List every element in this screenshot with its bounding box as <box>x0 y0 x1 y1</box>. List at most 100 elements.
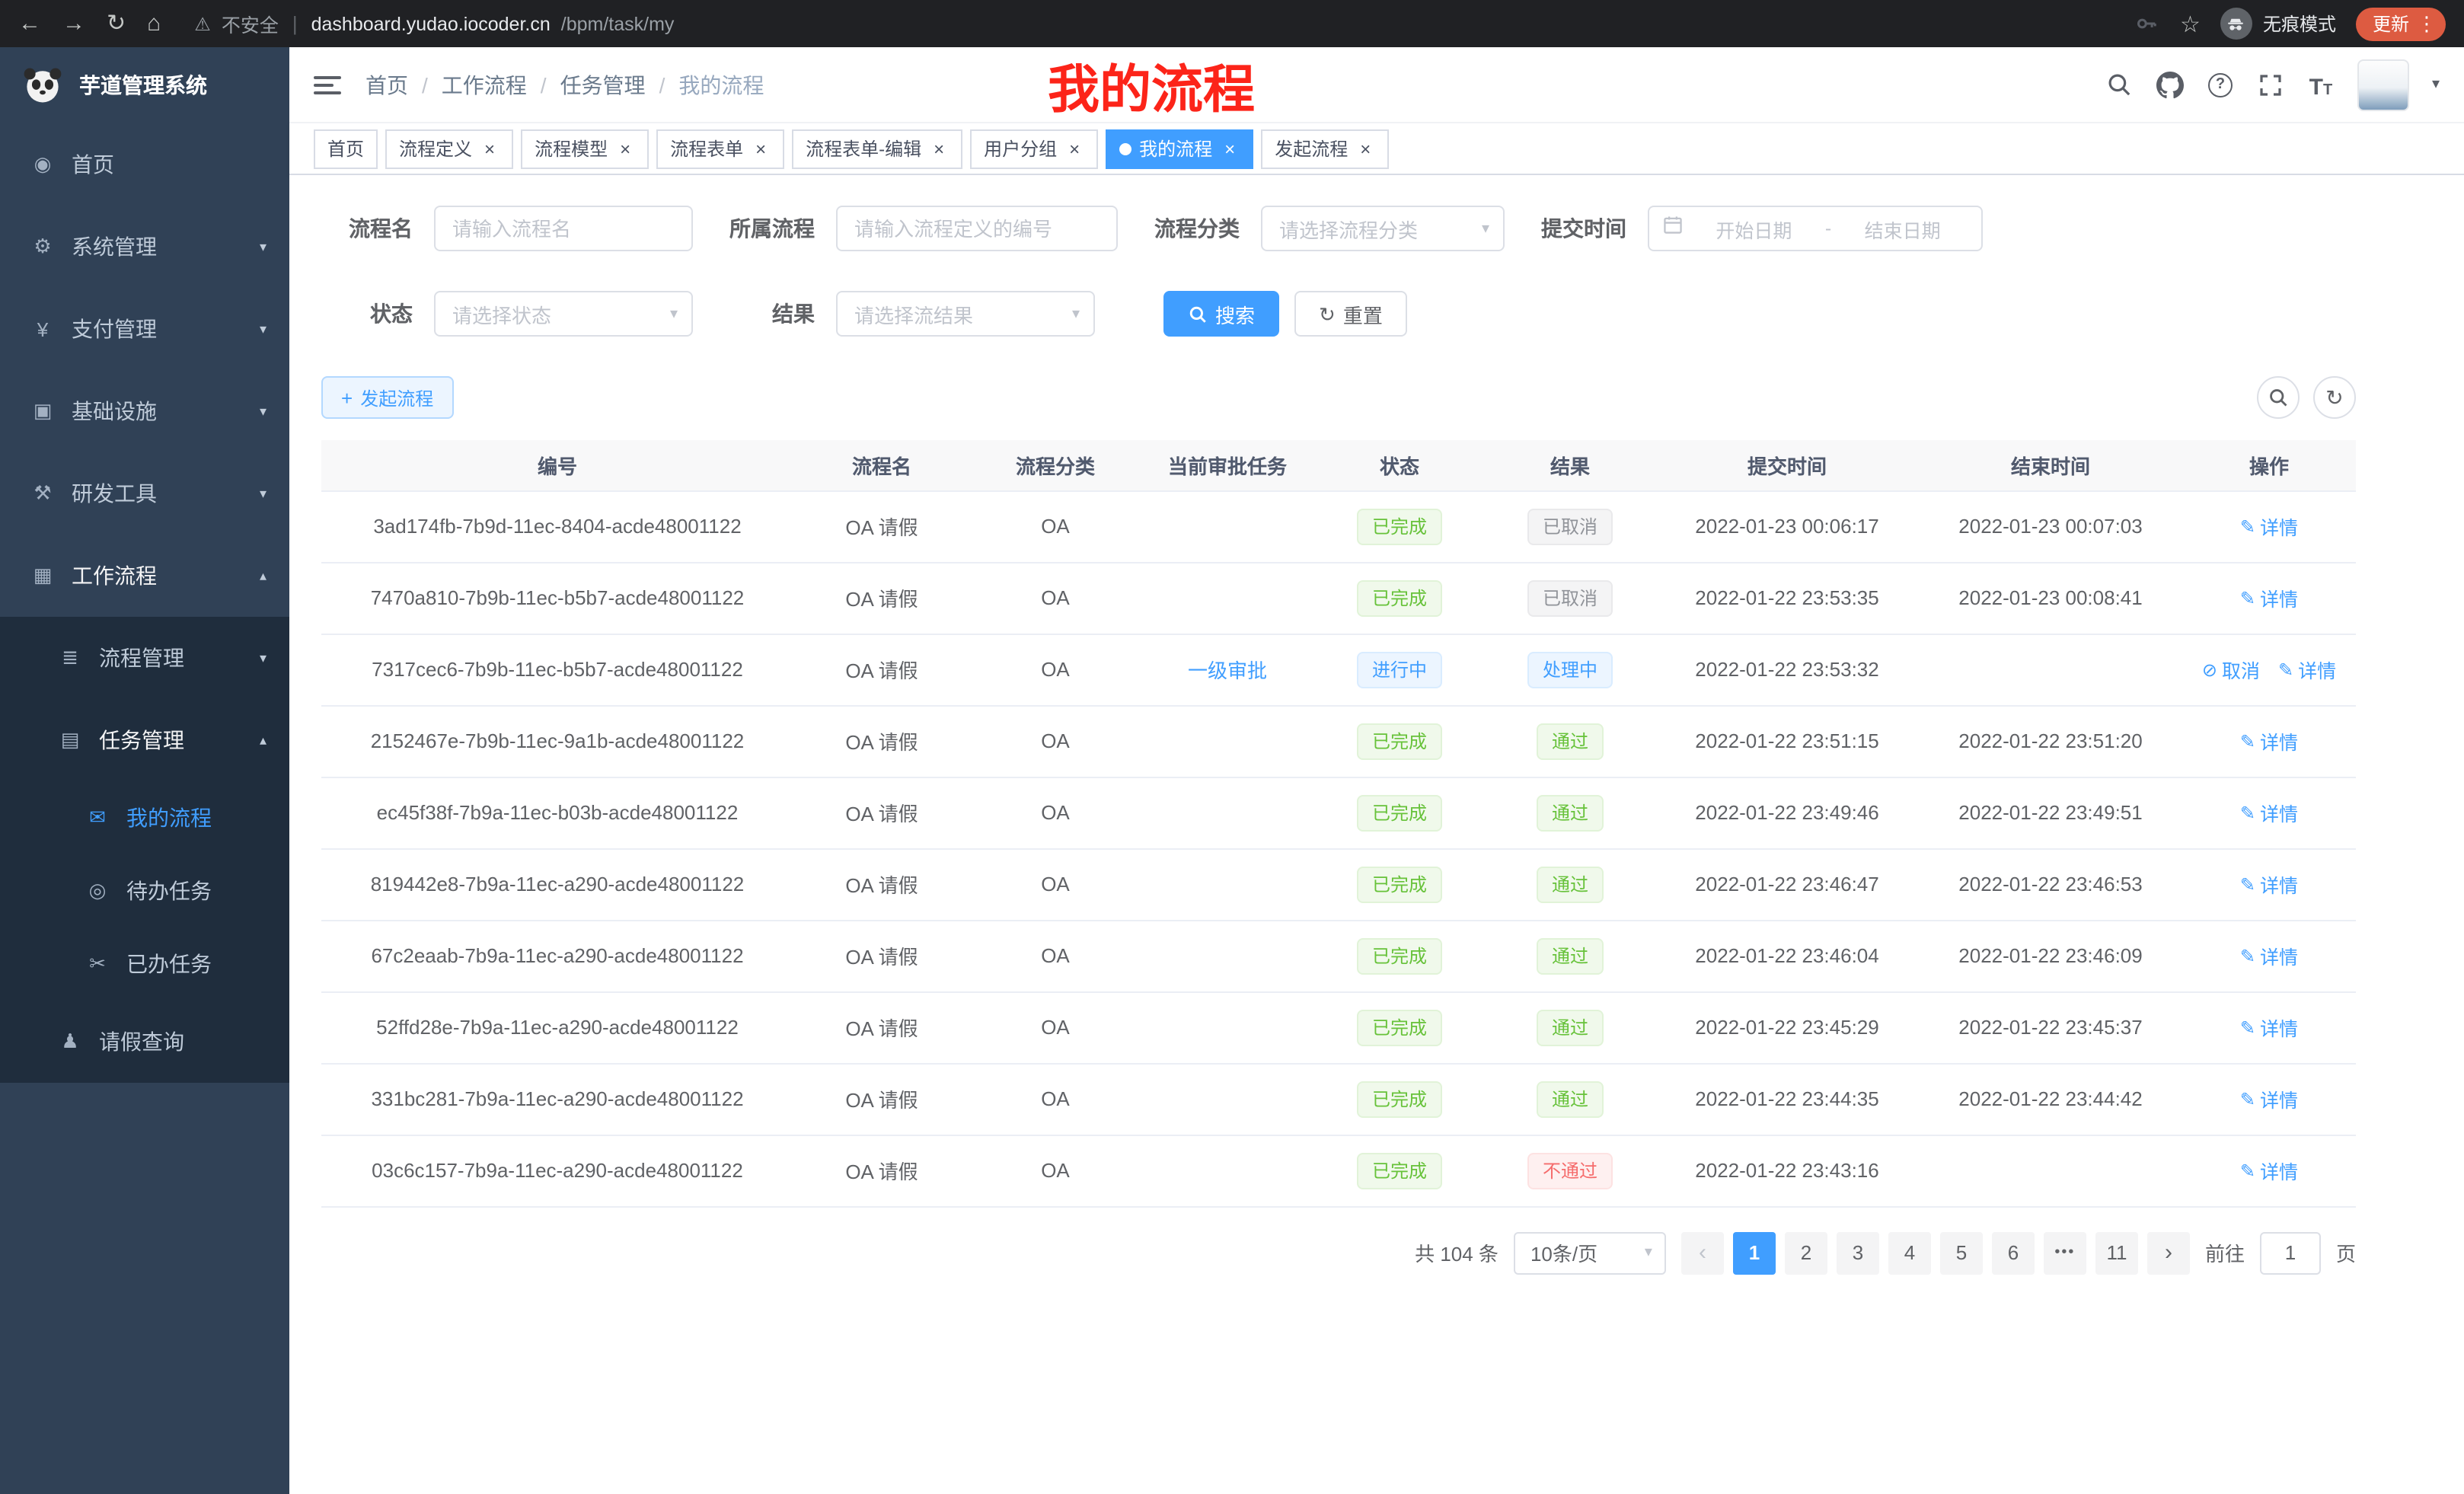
cell-task <box>1141 490 1314 562</box>
tab-process-form-edit[interactable]: 流程表单-编辑 × <box>792 129 962 168</box>
sidebar-item-home[interactable]: ◉ 首页 <box>0 123 289 206</box>
close-icon[interactable]: × <box>751 139 771 158</box>
page-size-select[interactable]: 10条/页 ▾ <box>1514 1231 1666 1274</box>
search-icon[interactable] <box>2106 71 2134 98</box>
forward-icon[interactable]: → <box>62 12 85 35</box>
tab-process-definition[interactable]: 流程定义 × <box>385 129 513 168</box>
detail-link[interactable]: ✎详情 <box>2240 583 2298 612</box>
breadcrumb-item[interactable]: 首页 <box>365 69 408 100</box>
detail-link[interactable]: ✎详情 <box>2240 1156 2298 1185</box>
browser-menu-icon[interactable]: ⋮ <box>2417 11 2437 36</box>
github-icon[interactable] <box>2156 71 2184 98</box>
address-bar[interactable]: ⚠ 不安全 | dashboard.yudao.iocoder.cn/bpm/t… <box>194 9 2111 38</box>
avatar[interactable] <box>2357 59 2409 110</box>
browser-home-icon[interactable]: ⌂ <box>147 12 161 35</box>
sidebar-item-label: 工作流程 <box>72 560 157 591</box>
status-badge: 已完成 <box>1357 723 1442 759</box>
status-label: 状态 <box>321 298 413 329</box>
sidebar-item-workflow[interactable]: ▦ 工作流程 ▴ <box>0 535 289 617</box>
tab-home[interactable]: 首页 <box>314 129 378 168</box>
date-range-picker[interactable]: 开始日期 - 结束日期 <box>1648 206 1983 251</box>
page-button-4[interactable]: 4 <box>1888 1231 1931 1274</box>
sidebar-item-my-process[interactable]: ✉ 我的流程 <box>0 781 289 854</box>
hamburger-icon[interactable] <box>314 75 341 94</box>
font-size-icon[interactable]: TT <box>2307 71 2335 98</box>
tab-my-process[interactable]: 我的流程 × <box>1106 129 1253 168</box>
task-link[interactable]: 一级审批 <box>1188 659 1267 682</box>
cell-end-time: 2022-01-22 23:46:09 <box>1919 920 2182 991</box>
reload-icon[interactable]: ↻ <box>107 12 126 35</box>
fullscreen-icon[interactable] <box>2257 71 2284 98</box>
password-key-icon[interactable] <box>2133 10 2160 37</box>
tab-process-model[interactable]: 流程模型 × <box>521 129 649 168</box>
detail-link[interactable]: ✎详情 <box>2240 798 2298 827</box>
sidebar-item-infrastructure[interactable]: ▣ 基础设施 ▾ <box>0 370 289 452</box>
chevron-up-icon: ▴ <box>260 732 267 749</box>
app-logo[interactable]: 芋道管理系统 <box>0 47 289 123</box>
cell-task <box>1141 1135 1314 1206</box>
close-icon[interactable]: × <box>615 139 635 158</box>
chevron-down-icon: ▾ <box>260 403 267 420</box>
close-icon[interactable]: × <box>480 139 500 158</box>
page-button-5[interactable]: 5 <box>1940 1231 1983 1274</box>
process-category-select[interactable]: 请选择流程分类 ▾ <box>1261 206 1505 251</box>
process-name-input[interactable] <box>434 206 693 251</box>
close-icon[interactable]: × <box>1355 139 1375 158</box>
sidebar-item-devtools[interactable]: ⚒ 研发工具 ▾ <box>0 452 289 535</box>
chevron-down-icon[interactable]: ▾ <box>2432 76 2440 93</box>
detail-link[interactable]: ✎详情 <box>2240 726 2298 755</box>
security-warning-icon[interactable]: ⚠ <box>194 13 211 34</box>
reset-button[interactable]: ↻ 重置 <box>1294 291 1407 337</box>
sidebar-item-leave-query[interactable]: ♟ 请假查询 <box>0 1001 289 1083</box>
help-icon[interactable]: ? <box>2207 71 2234 98</box>
start-process-button[interactable]: + 发起流程 <box>321 376 453 419</box>
cell-category: OA <box>970 634 1141 705</box>
sidebar-item-task-management[interactable]: ▤ 任务管理 ▴ <box>0 699 289 781</box>
breadcrumb-separator: / <box>422 72 428 97</box>
status-select[interactable]: 请选择状态 ▾ <box>434 291 693 337</box>
process-definition-input[interactable] <box>836 206 1118 251</box>
close-icon[interactable]: × <box>1220 139 1240 158</box>
close-icon[interactable]: × <box>1064 139 1084 158</box>
bookmark-star-icon[interactable]: ☆ <box>2180 10 2201 37</box>
browser-update-button[interactable]: 更新 ⋮ <box>2356 7 2446 40</box>
sidebar-item-done-tasks[interactable]: ✂ 已办任务 <box>0 927 289 1001</box>
more-pages-button[interactable]: ••• <box>2044 1231 2086 1274</box>
refresh-table-button[interactable]: ↻ <box>2313 376 2356 419</box>
workflow-icon: ▦ <box>30 563 55 588</box>
sidebar-item-todo-tasks[interactable]: ◎ 待办任务 <box>0 854 289 927</box>
cancel-link[interactable]: ⊘取消 <box>2202 655 2260 684</box>
cell-task <box>1141 705 1314 777</box>
sidebar-item-system[interactable]: ⚙ 系统管理 ▾ <box>0 206 289 288</box>
detail-link[interactable]: ✎详情 <box>2240 512 2298 541</box>
detail-link[interactable]: ✎详情 <box>2240 941 2298 970</box>
detail-link[interactable]: ✎详情 <box>2240 870 2298 899</box>
search-button[interactable]: 搜索 <box>1163 291 1279 337</box>
detail-link[interactable]: ✎详情 <box>2240 1084 2298 1113</box>
sidebar-item-process-management[interactable]: ≣ 流程管理 ▾ <box>0 617 289 699</box>
goto-page-input[interactable] <box>2260 1231 2321 1274</box>
result-select[interactable]: 请选择流结果 ▾ <box>836 291 1095 337</box>
detail-link[interactable]: ✎详情 <box>2240 1013 2298 1042</box>
result-badge: 通过 <box>1537 1009 1604 1045</box>
tab-user-group[interactable]: 用户分组 × <box>970 129 1098 168</box>
page-button-11[interactable]: 11 <box>2095 1231 2138 1274</box>
page-button-2[interactable]: 2 <box>1785 1231 1827 1274</box>
prev-page-button[interactable]: ‹ <box>1681 1231 1724 1274</box>
edit-icon: ✎ <box>2240 1018 2255 1036</box>
sidebar-item-payment[interactable]: ¥ 支付管理 ▾ <box>0 288 289 370</box>
toggle-search-button[interactable] <box>2257 376 2300 419</box>
sidebar-item-label: 待办任务 <box>126 876 212 906</box>
breadcrumb-item[interactable]: 任务管理 <box>560 69 646 100</box>
tab-start-process[interactable]: 发起流程 × <box>1261 129 1389 168</box>
breadcrumb-item[interactable]: 工作流程 <box>442 69 527 100</box>
chevron-down-icon: ▾ <box>260 321 267 337</box>
tab-process-form[interactable]: 流程表单 × <box>656 129 784 168</box>
page-button-6[interactable]: 6 <box>1992 1231 2035 1274</box>
close-icon[interactable]: × <box>929 139 949 158</box>
page-button-1[interactable]: 1 <box>1733 1231 1776 1274</box>
back-icon[interactable]: ← <box>18 12 41 35</box>
page-button-3[interactable]: 3 <box>1837 1231 1879 1274</box>
next-page-button[interactable]: › <box>2147 1231 2190 1274</box>
detail-link[interactable]: ✎详情 <box>2278 655 2336 684</box>
